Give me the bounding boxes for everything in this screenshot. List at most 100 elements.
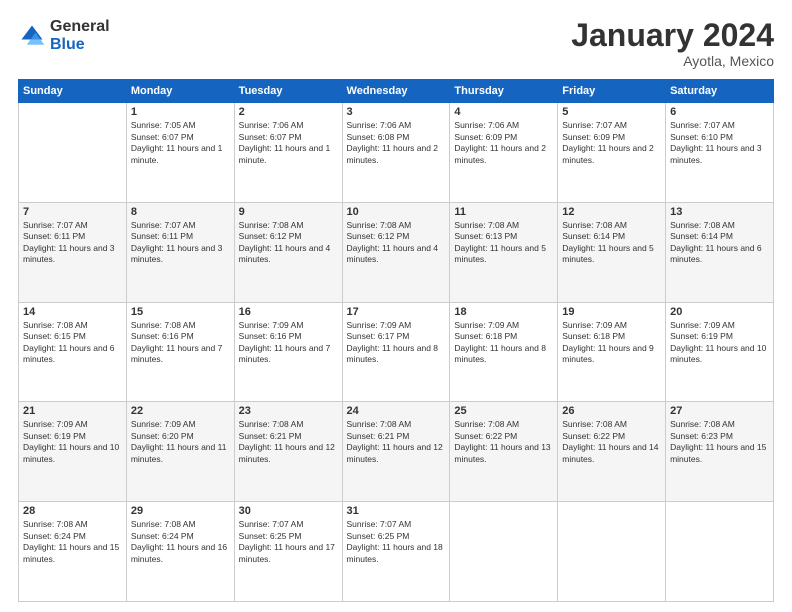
day-number: 20: [670, 306, 769, 318]
logo-text: General Blue: [50, 18, 110, 53]
day-number: 9: [239, 206, 338, 218]
day-info: Sunrise: 7:08 AMSunset: 6:12 PMDaylight:…: [239, 220, 338, 266]
day-info: Sunrise: 7:09 AMSunset: 6:16 PMDaylight:…: [239, 320, 338, 366]
day-number: 16: [239, 306, 338, 318]
calendar-cell: 2 Sunrise: 7:06 AMSunset: 6:07 PMDaylight…: [234, 103, 342, 203]
day-info: Sunrise: 7:09 AMSunset: 6:17 PMDaylight:…: [347, 320, 446, 366]
day-info: Sunrise: 7:07 AMSunset: 6:25 PMDaylight:…: [347, 519, 446, 565]
day-number: 8: [131, 206, 230, 218]
calendar-cell: 16 Sunrise: 7:09 AMSunset: 6:16 PMDayligh…: [234, 302, 342, 402]
day-number: 23: [239, 405, 338, 417]
col-header-wednesday: Wednesday: [342, 80, 450, 103]
calendar-cell: 13Sunrise: 7:08 AMSunset: 6:14 PMDayligh…: [666, 202, 774, 302]
calendar-cell: 5 Sunrise: 7:07 AMSunset: 6:09 PMDaylight…: [558, 103, 666, 203]
day-number: 17: [347, 306, 446, 318]
week-row-3: 21 Sunrise: 7:09 AMSunset: 6:19 PMDayligh…: [19, 402, 774, 502]
calendar-cell: 15 Sunrise: 7:08 AMSunset: 6:16 PMDayligh…: [126, 302, 234, 402]
day-number: 14: [23, 306, 122, 318]
day-info: Sunrise: 7:08 AMSunset: 6:22 PMDaylight:…: [562, 419, 661, 465]
calendar-cell: 22Sunrise: 7:09 AMSunset: 6:20 PMDayligh…: [126, 402, 234, 502]
logo: General Blue: [18, 18, 110, 53]
day-info: Sunrise: 7:08 AMSunset: 6:23 PMDaylight:…: [670, 419, 769, 465]
calendar-cell: 4 Sunrise: 7:06 AMSunset: 6:09 PMDaylight…: [450, 103, 558, 203]
main-title: January 2024: [571, 18, 774, 53]
day-info: Sunrise: 7:05 AMSunset: 6:07 PMDaylight:…: [131, 120, 230, 166]
calendar-cell: [19, 103, 127, 203]
day-info: Sunrise: 7:07 AMSunset: 6:11 PMDaylight:…: [131, 220, 230, 266]
day-number: 31: [347, 505, 446, 517]
subtitle: Ayotla, Mexico: [571, 53, 774, 69]
calendar-cell: 11Sunrise: 7:08 AMSunset: 6:13 PMDayligh…: [450, 202, 558, 302]
col-header-tuesday: Tuesday: [234, 80, 342, 103]
col-header-thursday: Thursday: [450, 80, 558, 103]
day-info: Sunrise: 7:09 AMSunset: 6:18 PMDaylight:…: [454, 320, 553, 366]
day-info: Sunrise: 7:06 AMSunset: 6:08 PMDaylight:…: [347, 120, 446, 166]
calendar-cell: 19 Sunrise: 7:09 AMSunset: 6:18 PMDayligh…: [558, 302, 666, 402]
day-info: Sunrise: 7:09 AMSunset: 6:19 PMDaylight:…: [23, 419, 122, 465]
calendar-cell: 7 Sunrise: 7:07 AMSunset: 6:11 PMDaylight…: [19, 202, 127, 302]
col-header-friday: Friday: [558, 80, 666, 103]
calendar-cell: [450, 502, 558, 602]
calendar-cell: [558, 502, 666, 602]
day-info: Sunrise: 7:08 AMSunset: 6:15 PMDaylight:…: [23, 320, 122, 366]
calendar-cell: 18 Sunrise: 7:09 AMSunset: 6:18 PMDayligh…: [450, 302, 558, 402]
header-row: SundayMondayTuesdayWednesdayThursdayFrid…: [19, 80, 774, 103]
day-info: Sunrise: 7:08 AMSunset: 6:22 PMDaylight:…: [454, 419, 553, 465]
day-number: 26: [562, 405, 661, 417]
day-number: 25: [454, 405, 553, 417]
day-number: 18: [454, 306, 553, 318]
calendar-cell: 20 Sunrise: 7:09 AMSunset: 6:19 PMDayligh…: [666, 302, 774, 402]
day-info: Sunrise: 7:09 AMSunset: 6:18 PMDaylight:…: [562, 320, 661, 366]
day-info: Sunrise: 7:06 AMSunset: 6:07 PMDaylight:…: [239, 120, 338, 166]
calendar-cell: 3 Sunrise: 7:06 AMSunset: 6:08 PMDaylight…: [342, 103, 450, 203]
calendar-cell: [666, 502, 774, 602]
day-number: 24: [347, 405, 446, 417]
page: General Blue January 2024 Ayotla, Mexico…: [0, 0, 792, 612]
day-info: Sunrise: 7:08 AMSunset: 6:13 PMDaylight:…: [454, 220, 553, 266]
day-number: 3: [347, 106, 446, 118]
day-number: 21: [23, 405, 122, 417]
day-number: 19: [562, 306, 661, 318]
calendar-cell: 26 Sunrise: 7:08 AMSunset: 6:22 PMDayligh…: [558, 402, 666, 502]
calendar-cell: 12Sunrise: 7:08 AMSunset: 6:14 PMDayligh…: [558, 202, 666, 302]
day-info: Sunrise: 7:08 AMSunset: 6:21 PMDaylight:…: [239, 419, 338, 465]
day-info: Sunrise: 7:08 AMSunset: 6:24 PMDaylight:…: [131, 519, 230, 565]
day-info: Sunrise: 7:08 AMSunset: 6:16 PMDaylight:…: [131, 320, 230, 366]
calendar-cell: 21 Sunrise: 7:09 AMSunset: 6:19 PMDayligh…: [19, 402, 127, 502]
logo-general-text: General: [50, 18, 110, 36]
col-header-monday: Monday: [126, 80, 234, 103]
day-number: 7: [23, 206, 122, 218]
day-info: Sunrise: 7:08 AMSunset: 6:14 PMDaylight:…: [670, 220, 769, 266]
day-number: 29: [131, 505, 230, 517]
day-number: 27: [670, 405, 769, 417]
calendar-cell: 9 Sunrise: 7:08 AMSunset: 6:12 PMDaylight…: [234, 202, 342, 302]
calendar-cell: 1Sunrise: 7:05 AMSunset: 6:07 PMDaylight…: [126, 103, 234, 203]
day-number: 2: [239, 106, 338, 118]
day-number: 15: [131, 306, 230, 318]
day-number: 5: [562, 106, 661, 118]
day-info: Sunrise: 7:08 AMSunset: 6:24 PMDaylight:…: [23, 519, 122, 565]
day-number: 10: [347, 206, 446, 218]
week-row-4: 28Sunrise: 7:08 AMSunset: 6:24 PMDayligh…: [19, 502, 774, 602]
day-info: Sunrise: 7:09 AMSunset: 6:19 PMDaylight:…: [670, 320, 769, 366]
logo-icon: [18, 22, 46, 50]
header: General Blue January 2024 Ayotla, Mexico: [18, 18, 774, 69]
day-number: 6: [670, 106, 769, 118]
day-info: Sunrise: 7:08 AMSunset: 6:12 PMDaylight:…: [347, 220, 446, 266]
day-info: Sunrise: 7:07 AMSunset: 6:11 PMDaylight:…: [23, 220, 122, 266]
day-info: Sunrise: 7:08 AMSunset: 6:21 PMDaylight:…: [347, 419, 446, 465]
day-info: Sunrise: 7:07 AMSunset: 6:25 PMDaylight:…: [239, 519, 338, 565]
day-info: Sunrise: 7:06 AMSunset: 6:09 PMDaylight:…: [454, 120, 553, 166]
col-header-saturday: Saturday: [666, 80, 774, 103]
week-row-1: 7 Sunrise: 7:07 AMSunset: 6:11 PMDaylight…: [19, 202, 774, 302]
day-number: 4: [454, 106, 553, 118]
calendar-cell: 27 Sunrise: 7:08 AMSunset: 6:23 PMDayligh…: [666, 402, 774, 502]
calendar-cell: 30 Sunrise: 7:07 AMSunset: 6:25 PMDayligh…: [234, 502, 342, 602]
title-block: January 2024 Ayotla, Mexico: [571, 18, 774, 69]
day-number: 30: [239, 505, 338, 517]
calendar-cell: 23 Sunrise: 7:08 AMSunset: 6:21 PMDayligh…: [234, 402, 342, 502]
day-number: 12: [562, 206, 661, 218]
day-info: Sunrise: 7:07 AMSunset: 6:09 PMDaylight:…: [562, 120, 661, 166]
calendar-cell: 17 Sunrise: 7:09 AMSunset: 6:17 PMDayligh…: [342, 302, 450, 402]
calendar-cell: 28Sunrise: 7:08 AMSunset: 6:24 PMDayligh…: [19, 502, 127, 602]
